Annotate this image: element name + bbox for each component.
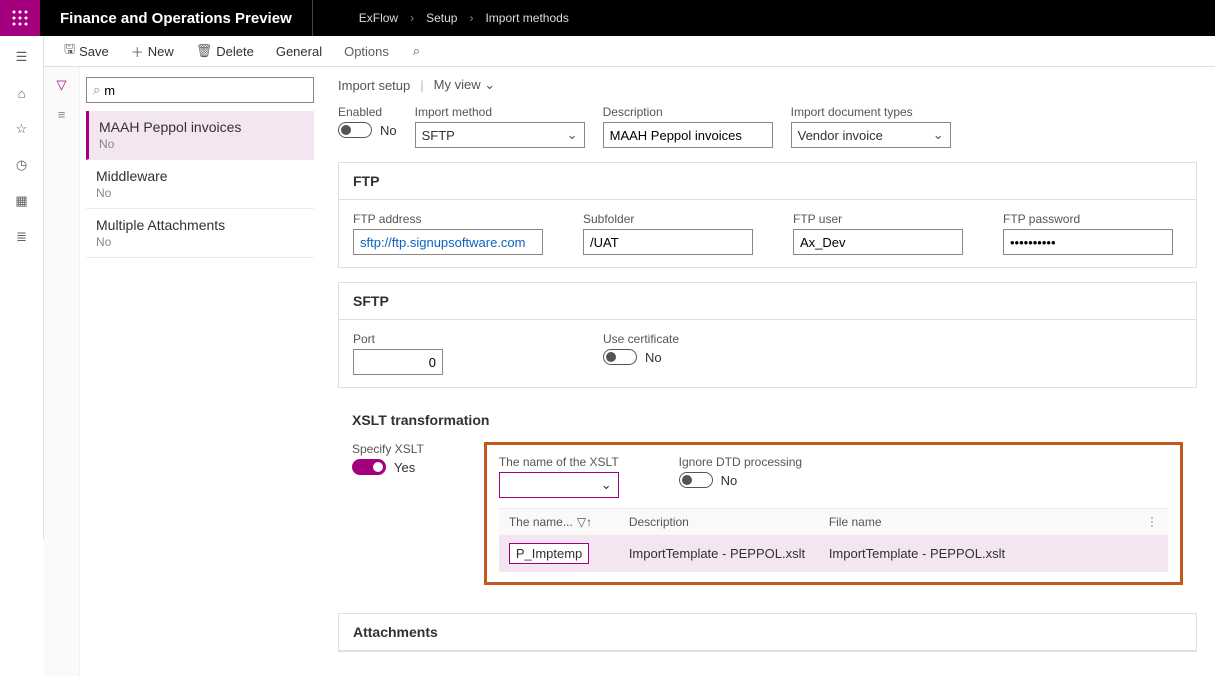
port-field[interactable]: [353, 349, 443, 375]
list-item[interactable]: Middleware No: [86, 160, 314, 209]
save-icon: 🖫: [64, 40, 75, 62]
app-launcher-icon[interactable]: [0, 0, 40, 36]
sort-icon[interactable]: ≡: [58, 107, 66, 122]
ignore-dtd-toggle[interactable]: No: [679, 472, 802, 488]
chevron-down-icon: ⌄: [933, 127, 944, 143]
section-header[interactable]: XSLT transformation: [338, 402, 1197, 438]
nav-rail: ☰ ⌂ ☆ ◷ ▦ ≣: [0, 36, 44, 539]
hamburger-icon[interactable]: ☰: [13, 48, 31, 66]
home-icon[interactable]: ⌂: [13, 84, 31, 102]
list-item[interactable]: Multiple Attachments No: [86, 209, 314, 258]
more-icon[interactable]: ⋮: [1146, 515, 1158, 529]
search-input[interactable]: ⌕: [86, 77, 314, 103]
certificate-toggle[interactable]: No: [603, 349, 679, 365]
list-panel: ⌕ MAAH Peppol invoices No Middleware No …: [80, 67, 320, 676]
ftp-user-field[interactable]: [793, 229, 963, 255]
search-field[interactable]: [104, 83, 307, 98]
import-method-select[interactable]: SFTP⌄: [415, 122, 585, 148]
doc-types-select[interactable]: Vendor invoice⌄: [791, 122, 951, 148]
breadcrumb-item[interactable]: ExFlow: [359, 11, 398, 25]
chevron-right-icon: ›: [469, 11, 473, 25]
list-item-title: MAAH Peppol invoices: [99, 119, 304, 135]
breadcrumb-item[interactable]: Import methods: [485, 11, 568, 25]
star-icon[interactable]: ☆: [13, 120, 31, 138]
table-row[interactable]: P_Imptemp ImportTemplate - PEPPOL.xslt I…: [499, 535, 1168, 572]
chevron-down-icon: ⌄: [484, 77, 495, 92]
workspace-icon[interactable]: ▦: [13, 192, 31, 210]
options-tab[interactable]: Options: [336, 40, 397, 63]
ftp-address-field[interactable]: [353, 229, 543, 255]
new-button[interactable]: ＋New: [123, 38, 182, 65]
filter-icon[interactable]: ▽↑: [577, 515, 592, 529]
enabled-toggle[interactable]: No: [338, 122, 397, 138]
save-button[interactable]: 🖫Save: [56, 36, 117, 66]
command-bar: 🖫Save ＋New 🗑Delete General Options ⌕: [44, 36, 1215, 67]
field-label: Description: [603, 105, 773, 119]
clock-icon[interactable]: ◷: [13, 156, 31, 174]
general-tab[interactable]: General: [268, 40, 330, 63]
view-selector[interactable]: My view ⌄: [434, 77, 495, 93]
list-item-sub: No: [96, 186, 304, 200]
delete-button[interactable]: 🗑Delete: [188, 39, 262, 63]
chevron-right-icon: ›: [410, 11, 414, 25]
list-item-sub: No: [96, 235, 304, 249]
list-item-sub: No: [99, 137, 304, 151]
trash-icon: 🗑: [196, 43, 213, 59]
plus-icon: ＋: [131, 42, 144, 61]
breadcrumb: ExFlow › Setup › Import methods: [313, 11, 575, 25]
ftp-password-field[interactable]: [1003, 229, 1173, 255]
specify-xslt-toggle[interactable]: Yes: [352, 459, 424, 475]
list-item-title: Middleware: [96, 168, 304, 184]
chevron-down-icon: ⌄: [567, 127, 578, 143]
breadcrumb-item[interactable]: Setup: [426, 11, 457, 25]
field-label: Import method: [415, 105, 585, 119]
list-item[interactable]: MAAH Peppol invoices No: [86, 111, 314, 160]
list-icon[interactable]: ≣: [13, 228, 31, 246]
section-header[interactable]: SFTP: [339, 283, 1196, 320]
section-header[interactable]: FTP: [339, 163, 1196, 200]
search-icon[interactable]: ⌕: [413, 43, 420, 59]
section-header[interactable]: Attachments: [339, 614, 1196, 651]
field-label: Import document types: [791, 105, 951, 119]
ftp-subfolder-field[interactable]: [583, 229, 753, 255]
app-title: Finance and Operations Preview: [40, 0, 313, 36]
xslt-name-select[interactable]: ⌄: [499, 472, 619, 498]
description-field[interactable]: [603, 122, 773, 148]
page-title: Import setup: [338, 78, 410, 93]
list-item-title: Multiple Attachments: [96, 217, 304, 233]
field-label: Enabled: [338, 105, 397, 119]
chevron-down-icon: ⌄: [601, 477, 612, 493]
filter-icon[interactable]: ▽: [57, 77, 67, 93]
search-icon: ⌕: [93, 82, 100, 98]
